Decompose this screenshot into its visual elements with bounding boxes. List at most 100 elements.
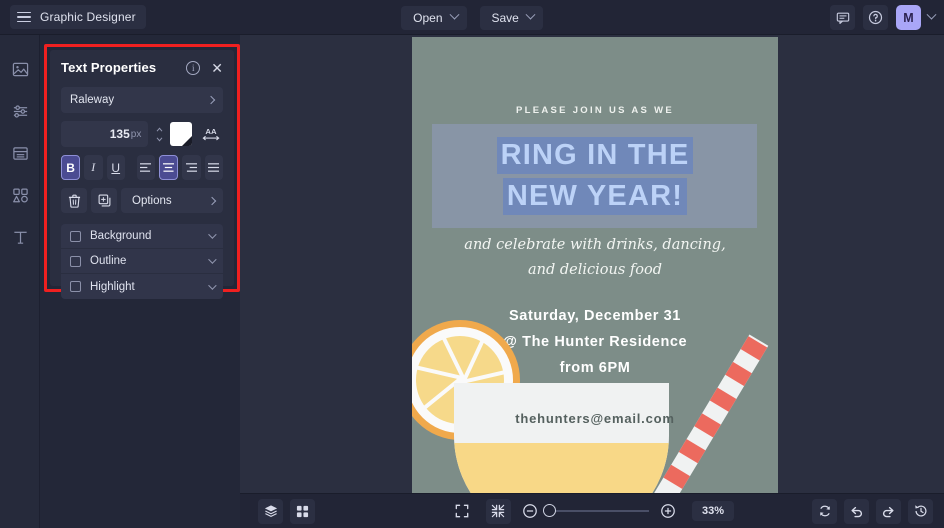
- highlight-checkbox[interactable]: [70, 281, 81, 292]
- comment-button[interactable]: [830, 5, 855, 30]
- chevron-down-icon: [525, 9, 536, 20]
- font-family-selector[interactable]: Raleway: [61, 87, 223, 113]
- zoom-slider-knob[interactable]: [542, 504, 556, 517]
- redo-icon: [882, 506, 894, 517]
- font-size-unit: px: [130, 128, 142, 140]
- sidebar-item-shapes[interactable]: [0, 175, 40, 215]
- avatar[interactable]: M: [896, 5, 921, 30]
- canvas-kicker-text[interactable]: PLEASE JOIN US AS WE: [412, 105, 778, 116]
- refresh-button[interactable]: [812, 498, 837, 524]
- bold-label: B: [66, 160, 75, 175]
- layers-button[interactable]: [258, 498, 283, 524]
- top-bar: Graphic Designer: [0, 0, 944, 35]
- align-left-button[interactable]: [136, 155, 155, 180]
- options-button[interactable]: Options: [121, 188, 223, 213]
- juice-fill: [454, 443, 669, 493]
- shrink-icon: [492, 504, 505, 518]
- history-button[interactable]: [908, 498, 933, 524]
- align-justify-button[interactable]: [204, 155, 223, 180]
- delete-button[interactable]: [61, 188, 87, 213]
- outline-label: Outline: [90, 255, 127, 267]
- canvas-script-text[interactable]: and celebrate with drinks, dancing, and …: [412, 233, 778, 283]
- headline-line-2: NEW YEAR!: [502, 178, 688, 215]
- fit-screen-icon: [456, 504, 469, 518]
- chevron-right-icon: [207, 196, 217, 205]
- underline-label: U: [111, 160, 121, 175]
- left-sidebar: [0, 35, 40, 528]
- adjustments-icon: [13, 104, 27, 118]
- text-properties-panel-highlight: Text Properties i ✕ Raleway 135 px AA B …: [44, 44, 240, 299]
- zoom-level-value[interactable]: 33%: [691, 501, 735, 521]
- bold-button[interactable]: B: [61, 155, 81, 180]
- zoom-in-icon: [661, 504, 675, 518]
- hamburger-icon[interactable]: [17, 11, 31, 23]
- font-size-input[interactable]: 135 px: [61, 121, 149, 147]
- zoom-slider[interactable]: [542, 504, 649, 517]
- open-button[interactable]: Open: [401, 5, 467, 30]
- toggle-list: Background Outline Highlight: [61, 224, 223, 299]
- layout-icon: [12, 146, 28, 160]
- toggle-row-outline[interactable]: Outline: [61, 249, 223, 274]
- graphic-designer-app: Graphic Designer Open Save M Text Proper…: [0, 0, 944, 528]
- panel-title: Text Properties: [61, 60, 157, 75]
- sidebar-item-adjustments[interactable]: [0, 91, 40, 131]
- italic-label: I: [91, 160, 96, 174]
- refresh-icon: [819, 505, 830, 517]
- open-label: Open: [413, 10, 443, 25]
- undo-icon: [851, 506, 863, 517]
- background-label: Background: [90, 230, 152, 242]
- zoom-out-button[interactable]: [522, 503, 538, 519]
- underline-button[interactable]: U: [106, 155, 125, 180]
- background-checkbox[interactable]: [70, 230, 81, 242]
- help-circle-icon: [868, 10, 883, 25]
- letter-spacing-button[interactable]: AA: [199, 122, 223, 146]
- zoom-in-button[interactable]: [660, 503, 676, 519]
- toggle-row-background[interactable]: Background: [61, 224, 223, 249]
- help-button[interactable]: [863, 5, 888, 30]
- undo-button[interactable]: [844, 498, 869, 524]
- highlight-label: Highlight: [90, 280, 135, 293]
- sidebar-item-text[interactable]: [0, 217, 40, 257]
- font-size-value: 135: [109, 127, 130, 141]
- shrink-button[interactable]: [485, 498, 511, 524]
- sidebar-item-image[interactable]: [0, 49, 40, 89]
- bottom-bar: 33%: [240, 493, 944, 528]
- app-menu-button[interactable]: Graphic Designer: [10, 5, 146, 29]
- chevron-down-icon[interactable]: [208, 230, 217, 239]
- chevron-down-icon: [156, 137, 163, 142]
- bottom-left-tools: [258, 498, 315, 524]
- align-right-button[interactable]: [182, 155, 201, 180]
- save-label: Save: [491, 10, 519, 25]
- font-size-row: 135 px AA: [61, 121, 223, 147]
- close-icon[interactable]: ✕: [211, 61, 223, 75]
- save-button[interactable]: Save: [479, 5, 543, 30]
- canvas-headline[interactable]: RING IN THE NEW YEAR!: [412, 137, 778, 219]
- chevron-down-icon[interactable]: [208, 255, 217, 264]
- letter-spacing-icon: AA: [202, 127, 220, 141]
- font-size-stepper[interactable]: [156, 126, 163, 142]
- align-right-icon: [185, 163, 197, 172]
- options-label: Options: [132, 194, 172, 207]
- grid-icon: [296, 505, 309, 517]
- outline-checkbox[interactable]: [70, 255, 81, 267]
- chevron-down-icon[interactable]: [926, 9, 937, 20]
- chevron-down-icon[interactable]: [208, 280, 217, 290]
- sidebar-item-layout[interactable]: [0, 133, 40, 173]
- duplicate-button[interactable]: [91, 188, 117, 213]
- script-line-1: and celebrate with drinks, dancing,: [464, 237, 726, 253]
- grid-button[interactable]: [290, 498, 315, 524]
- design-canvas[interactable]: PLEASE JOIN US AS WE RING IN THE NEW YEA…: [412, 37, 778, 493]
- info-icon[interactable]: i: [186, 60, 201, 75]
- headline-line-1: RING IN THE: [496, 137, 694, 174]
- italic-button[interactable]: I: [84, 155, 103, 180]
- align-center-button[interactable]: [159, 155, 179, 180]
- redo-button[interactable]: [876, 498, 901, 524]
- fit-screen-button[interactable]: [450, 499, 475, 524]
- canvas-email-text[interactable]: thehunters@email.com: [412, 411, 778, 426]
- duplicate-icon: [98, 194, 110, 207]
- actions-row: Options: [61, 188, 223, 213]
- align-center-icon: [163, 163, 175, 172]
- toggle-row-highlight[interactable]: Highlight: [61, 274, 223, 299]
- text-color-swatch[interactable]: [170, 122, 193, 146]
- text-properties-panel: Text Properties i ✕ Raleway 135 px AA B …: [50, 50, 234, 299]
